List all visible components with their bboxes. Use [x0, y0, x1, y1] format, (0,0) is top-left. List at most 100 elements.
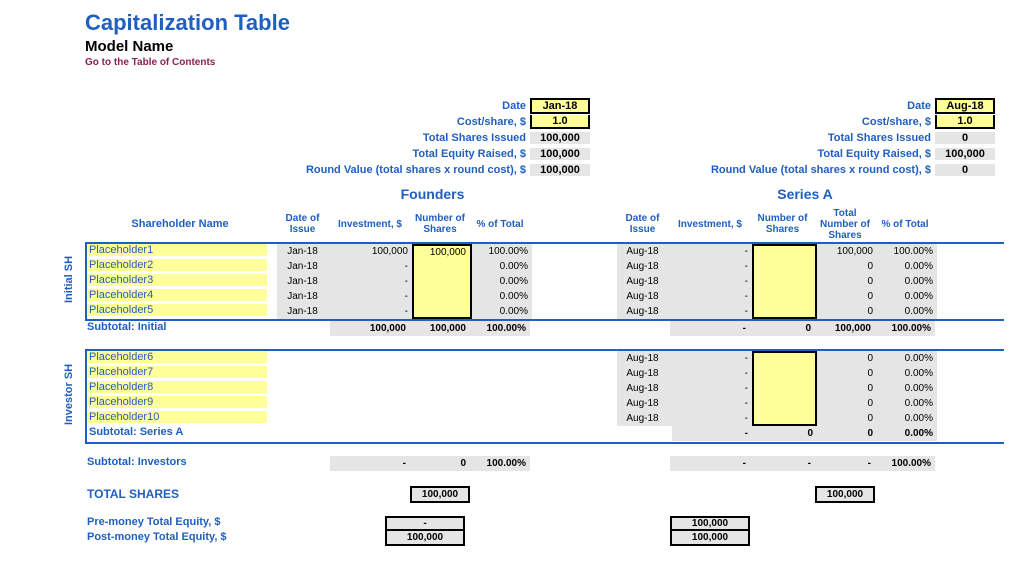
label-equity: Total Equity Raised, $ — [275, 148, 530, 160]
subtotal-investors-atotal: - — [815, 456, 875, 471]
cell-shares[interactable]: 100,000 — [412, 244, 472, 259]
subtotal-investors-anum: - — [750, 456, 815, 471]
table-row: Placeholder2 Jan-18 - 0.00% Aug-18 - 0 0… — [87, 259, 1004, 274]
shareholder-name[interactable]: Placeholder4 — [87, 289, 267, 301]
cell-shares[interactable] — [752, 396, 817, 411]
founders-date[interactable]: Jan-18 — [530, 98, 590, 114]
label-shares-a: Total Shares Issued — [615, 132, 935, 144]
cell-date: Jan-18 — [277, 304, 332, 319]
cell-date: Aug-18 — [617, 244, 672, 259]
cell-pct: 0.00% — [877, 351, 937, 366]
cell-investment: - — [672, 274, 752, 289]
shareholder-name[interactable]: Placeholder3 — [87, 274, 267, 286]
total-shares-a: 100,000 — [815, 486, 875, 503]
cell-shares[interactable] — [752, 259, 817, 274]
seriesa-date[interactable]: Aug-18 — [935, 98, 995, 114]
cell-pct: 0.00% — [472, 259, 532, 274]
shareholder-name[interactable]: Placeholder10 — [87, 411, 267, 423]
subtotal-investors-finv: - — [330, 456, 410, 471]
label-shares: Total Shares Issued — [275, 132, 530, 144]
label-roundvalue: Round Value (total shares x round cost),… — [275, 164, 530, 176]
cell-pct: 0.00% — [472, 304, 532, 319]
seriesa-cost[interactable]: 1.0 — [935, 115, 995, 129]
cell-shares[interactable] — [412, 289, 472, 304]
cell-shares[interactable] — [752, 274, 817, 289]
subtotal-seriesa-label: Subtotal: Series A — [87, 426, 277, 438]
table-row: Placeholder8 Aug-18 - 0 0.00% — [87, 381, 1004, 396]
cell-total-shares: 0 — [817, 396, 877, 411]
table-row: Placeholder4 Jan-18 - 0.00% Aug-18 - 0 0… — [87, 289, 1004, 304]
subtotal-investors-fpct: 100.00% — [470, 456, 530, 471]
cell-shares[interactable] — [412, 259, 472, 274]
cell-total-shares: 0 — [817, 259, 877, 274]
table-row: Placeholder10 Aug-18 - 0 0.00% — [87, 411, 1004, 426]
shareholder-name[interactable]: Placeholder2 — [87, 259, 267, 271]
cell-date: Aug-18 — [617, 289, 672, 304]
cell-pct: 0.00% — [877, 274, 937, 289]
col-pct-a: % of Total — [875, 206, 935, 242]
cell-date: Aug-18 — [617, 351, 672, 366]
cell-investment: - — [672, 259, 752, 274]
page-title: Capitalization Table — [85, 10, 1004, 36]
cell-pct: 100.00% — [472, 244, 532, 259]
seriesa-equity: 100,000 — [935, 148, 995, 160]
cell-shares[interactable] — [752, 366, 817, 381]
cell-total-shares: 100,000 — [817, 244, 877, 259]
founders-equity: 100,000 — [530, 148, 590, 160]
col-inv-f: Investment, $ — [330, 206, 410, 242]
table-row: Placeholder6 Aug-18 - 0 0.00% — [87, 351, 1004, 366]
cell-investment: - — [332, 289, 412, 304]
label-date: Date — [275, 100, 530, 112]
founders-shares: 100,000 — [530, 132, 590, 144]
cell-shares[interactable] — [752, 381, 817, 396]
table-row: Placeholder9 Aug-18 - 0 0.00% — [87, 396, 1004, 411]
subtotal-initial-ainv: - — [670, 321, 750, 336]
investor-sh-label: Investor SH — [63, 349, 75, 440]
cell-shares[interactable] — [752, 289, 817, 304]
cell-pct: 0.00% — [877, 259, 937, 274]
cell-shares[interactable] — [752, 411, 817, 426]
cell-pct: 0.00% — [877, 381, 937, 396]
cell-date: Aug-18 — [617, 411, 672, 426]
subtotal-investors-apct: 100.00% — [875, 456, 935, 471]
cell-pct: 0.00% — [877, 289, 937, 304]
cell-shares[interactable] — [752, 304, 817, 319]
post-money-label: Post-money Total Equity, $ — [85, 531, 330, 543]
cell-shares[interactable] — [412, 274, 472, 289]
post-money-a: 100,000 — [670, 531, 750, 546]
shareholder-name[interactable]: Placeholder9 — [87, 396, 267, 408]
subtotal-seriesa-atotal: 0 — [817, 426, 877, 441]
cell-pct: 0.00% — [877, 396, 937, 411]
cell-shares[interactable] — [752, 244, 817, 259]
label-equity-a: Total Equity Raised, $ — [615, 148, 935, 160]
subtotal-investors-ainv: - — [670, 456, 750, 471]
founders-cost[interactable]: 1.0 — [530, 115, 590, 129]
cell-pct: 0.00% — [472, 289, 532, 304]
col-total-a: Total Number of Shares — [815, 206, 875, 242]
table-row: Placeholder5 Jan-18 - 0.00% Aug-18 - 0 0… — [87, 304, 1004, 319]
founders-title: Founders — [275, 186, 590, 202]
col-num-a: Number of Shares — [750, 206, 815, 242]
table-row: Placeholder1 Jan-18 100,000 100,000 100.… — [87, 244, 1004, 259]
cell-shares[interactable] — [412, 304, 472, 319]
label-cost-a: Cost/share, $ — [615, 116, 935, 128]
cell-shares[interactable] — [752, 351, 817, 366]
shareholder-name[interactable]: Placeholder1 — [87, 244, 267, 256]
cell-date: Jan-18 — [277, 274, 332, 289]
shareholder-name[interactable]: Placeholder8 — [87, 381, 267, 393]
cell-pct: 0.00% — [877, 366, 937, 381]
cell-investment: - — [332, 274, 412, 289]
subtotal-initial-finv: 100,000 — [330, 321, 410, 336]
shareholder-name[interactable]: Placeholder7 — [87, 366, 267, 378]
shareholder-header: Shareholder Name — [85, 206, 275, 242]
label-roundvalue-a: Round Value (total shares x round cost),… — [615, 164, 935, 176]
toc-link[interactable]: Go to the Table of Contents — [85, 57, 1004, 68]
cell-date: Aug-18 — [617, 259, 672, 274]
cell-investment: - — [672, 244, 752, 259]
shareholder-name[interactable]: Placeholder6 — [87, 351, 267, 363]
subtotal-initial-anum: 0 — [750, 321, 815, 336]
table-row: Placeholder3 Jan-18 - 0.00% Aug-18 - 0 0… — [87, 274, 1004, 289]
cell-total-shares: 0 — [817, 366, 877, 381]
cell-pct: 100.00% — [877, 244, 937, 259]
shareholder-name[interactable]: Placeholder5 — [87, 304, 267, 316]
